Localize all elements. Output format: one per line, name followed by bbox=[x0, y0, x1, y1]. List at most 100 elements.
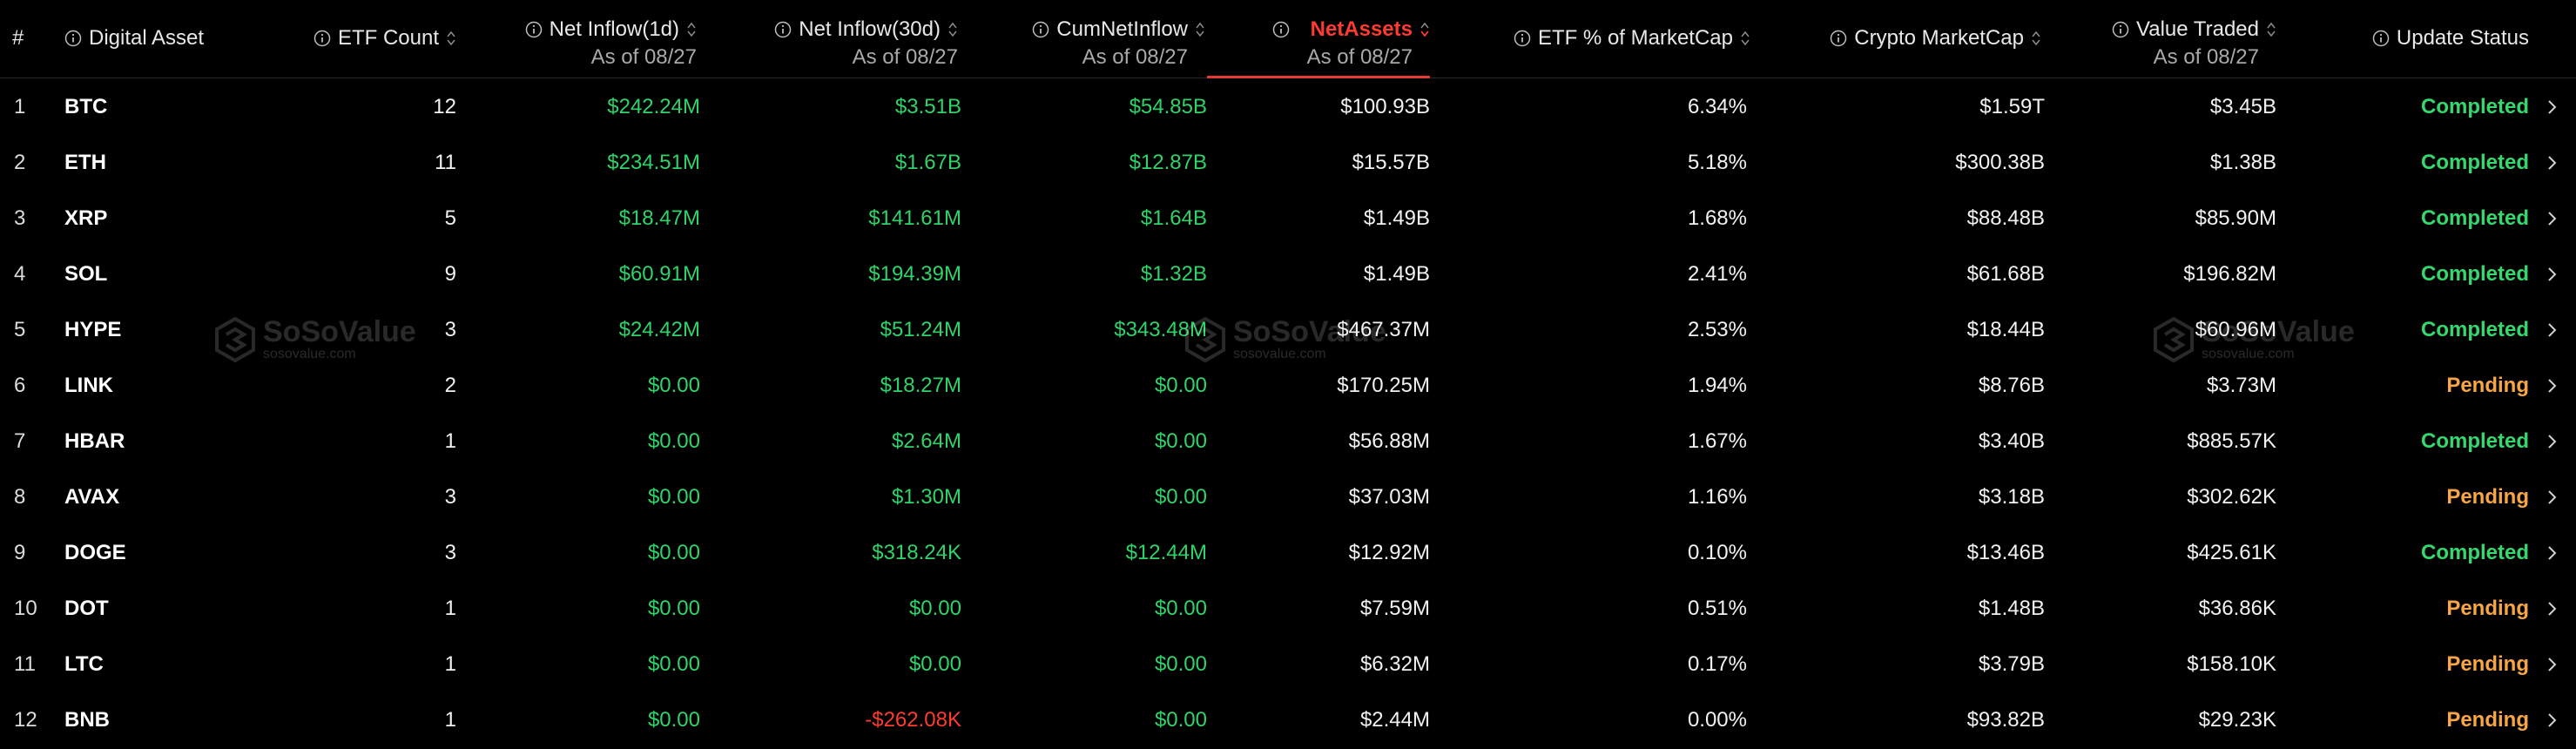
net-inflow-30d: $2.64M bbox=[891, 429, 961, 453]
asset-symbol[interactable]: DOGE bbox=[64, 525, 126, 581]
asset-symbol[interactable]: BNB bbox=[64, 692, 110, 748]
sort-updown-icon[interactable] bbox=[1195, 21, 1205, 38]
net-inflow-30d: $318.24K bbox=[872, 541, 961, 564]
table-row[interactable]: 1 BTC 12 $242.24M $3.51B $54.85B $100.93… bbox=[0, 79, 2576, 135]
asset-symbol[interactable]: DOT bbox=[64, 581, 109, 637]
chevron-right-icon[interactable] bbox=[2546, 98, 2559, 116]
table-row[interactable]: 2 ETH 11 $234.51M $1.67B $12.87B $15.57B… bbox=[0, 135, 2576, 191]
table-row[interactable]: 3 XRP 5 $18.47M $141.61M $1.64B $1.49B 1… bbox=[0, 191, 2576, 246]
chevron-right-icon[interactable] bbox=[2546, 712, 2559, 729]
asset-symbol[interactable]: AVAX bbox=[64, 469, 119, 525]
cum-net-inflow: $1.32B bbox=[1140, 262, 1207, 286]
crypto-marketcap: $1.59T bbox=[1979, 95, 2045, 118]
chevron-right-icon[interactable] bbox=[2546, 266, 2559, 283]
sort-updown-icon[interactable] bbox=[686, 21, 697, 38]
header-index: # bbox=[12, 0, 47, 78]
asset-symbol[interactable]: HYPE bbox=[64, 302, 121, 358]
row-index: 7 bbox=[14, 429, 26, 453]
info-circle-icon[interactable] bbox=[774, 21, 792, 38]
header-digital-asset-label: Digital Asset bbox=[89, 26, 205, 50]
header-etf-pct-marketcap[interactable]: ETF % of MarketCap bbox=[1472, 0, 1750, 78]
row-index: 11 bbox=[14, 652, 36, 676]
header-net-inflow-30d[interactable]: Net Inflow(30d) As of 08/27 bbox=[749, 0, 958, 78]
chevron-right-icon[interactable] bbox=[2546, 433, 2559, 450]
net-assets: $170.25M bbox=[1337, 374, 1430, 397]
info-circle-icon[interactable] bbox=[2372, 30, 2390, 47]
net-assets: $7.59M bbox=[1359, 597, 1430, 620]
etf-pct-marketcap: 0.51% bbox=[1687, 597, 1747, 620]
table-row[interactable]: 6 LINK 2 $0.00 $18.27M $0.00 $170.25M 1.… bbox=[0, 358, 2576, 414]
chevron-right-icon[interactable] bbox=[2546, 377, 2559, 395]
header-net-assets[interactable]: NetAssets As of 08/27 bbox=[1219, 0, 1430, 78]
crypto-marketcap: $3.18B bbox=[1978, 485, 2045, 509]
sort-desc-icon[interactable] bbox=[1419, 21, 1430, 38]
asset-symbol[interactable]: LINK bbox=[64, 358, 113, 414]
chevron-right-icon[interactable] bbox=[2546, 600, 2559, 617]
header-value-traded[interactable]: Value Traded As of 08/27 bbox=[2090, 0, 2276, 78]
info-circle-icon[interactable] bbox=[1272, 21, 1290, 38]
header-etf-count[interactable]: ETF Count bbox=[296, 0, 456, 78]
crypto-marketcap: $3.79B bbox=[1978, 652, 2045, 676]
status-badge: Pending bbox=[2446, 597, 2529, 620]
table-row[interactable]: 7 HBAR 1 $0.00 $2.64M $0.00 $56.88M 1.67… bbox=[0, 414, 2576, 469]
asset-symbol[interactable]: SOL bbox=[64, 246, 107, 302]
chevron-right-icon[interactable] bbox=[2546, 321, 2559, 339]
info-circle-icon[interactable] bbox=[1032, 21, 1049, 38]
header-cum-net-inflow[interactable]: CumNetInflow As of 08/27 bbox=[993, 0, 1205, 78]
chevron-right-icon[interactable] bbox=[2546, 154, 2559, 172]
sort-updown-icon[interactable] bbox=[2031, 30, 2041, 47]
net-inflow-1d: $0.00 bbox=[647, 429, 700, 453]
asset-symbol[interactable]: BTC bbox=[64, 79, 107, 135]
info-circle-icon[interactable] bbox=[314, 30, 331, 47]
net-inflow-1d: $0.00 bbox=[647, 541, 700, 564]
value-traded: $885.57K bbox=[2187, 429, 2276, 453]
header-net-assets-label: NetAssets bbox=[1310, 17, 1413, 41]
info-circle-icon[interactable] bbox=[525, 21, 543, 38]
asset-symbol[interactable]: HBAR bbox=[64, 414, 125, 469]
header-net-inflow-1d[interactable]: Net Inflow(1d) As of 08/27 bbox=[488, 0, 697, 78]
net-inflow-1d: $18.47M bbox=[618, 206, 700, 230]
asset-symbol[interactable]: ETH bbox=[64, 135, 106, 191]
chevron-right-icon[interactable] bbox=[2546, 489, 2559, 506]
info-circle-icon[interactable] bbox=[1830, 30, 1847, 47]
crypto-marketcap: $300.38B bbox=[1955, 151, 2045, 174]
table-row[interactable]: 4 SOL 9 $60.91M $194.39M $1.32B $1.49B 2… bbox=[0, 246, 2576, 302]
etf-count: 1 bbox=[444, 597, 456, 620]
table-row[interactable]: 8 AVAX 3 $0.00 $1.30M $0.00 $37.03M 1.16… bbox=[0, 469, 2576, 525]
value-traded: $302.62K bbox=[2187, 485, 2276, 509]
header-crypto-marketcap-label: Crypto MarketCap bbox=[1854, 26, 2024, 50]
cum-net-inflow: $0.00 bbox=[1154, 374, 1207, 397]
net-inflow-30d: $51.24M bbox=[880, 318, 961, 341]
info-circle-icon[interactable] bbox=[2112, 21, 2129, 38]
chevron-right-icon[interactable] bbox=[2546, 656, 2559, 673]
value-traded: $196.82M bbox=[2183, 262, 2276, 286]
status-badge: Completed bbox=[2420, 262, 2529, 286]
net-assets: $2.44M bbox=[1359, 708, 1430, 732]
sort-updown-icon[interactable] bbox=[947, 21, 958, 38]
crypto-marketcap: $3.40B bbox=[1978, 429, 2045, 453]
info-circle-icon[interactable] bbox=[64, 30, 82, 47]
row-index: 2 bbox=[14, 151, 26, 174]
header-update-status-label: Update Status bbox=[2396, 26, 2529, 50]
table-row[interactable]: 11 LTC 1 $0.00 $0.00 $0.00 $6.32M 0.17% … bbox=[0, 637, 2576, 692]
sort-updown-icon[interactable] bbox=[1740, 30, 1750, 47]
status-badge: Completed bbox=[2420, 318, 2529, 341]
asset-symbol[interactable]: LTC bbox=[64, 637, 104, 692]
info-circle-icon[interactable] bbox=[1514, 30, 1531, 47]
sort-updown-icon[interactable] bbox=[2266, 21, 2276, 38]
row-index: 10 bbox=[14, 597, 37, 620]
table-row[interactable]: 12 BNB 1 $0.00 -$262.08K $0.00 $2.44M 0.… bbox=[0, 692, 2576, 748]
header-net-inflow-30d-date: As of 08/27 bbox=[852, 45, 958, 69]
header-digital-asset[interactable]: Digital Asset bbox=[64, 0, 273, 78]
table-row[interactable]: 9 DOGE 3 $0.00 $318.24K $12.44M $12.92M … bbox=[0, 525, 2576, 581]
chevron-right-icon[interactable] bbox=[2546, 544, 2559, 562]
table-row[interactable]: 10 DOT 1 $0.00 $0.00 $0.00 $7.59M 0.51% … bbox=[0, 581, 2576, 637]
chevron-right-icon[interactable] bbox=[2546, 210, 2559, 227]
net-inflow-1d: $0.00 bbox=[647, 597, 700, 620]
asset-symbol[interactable]: XRP bbox=[64, 191, 107, 246]
status-badge: Pending bbox=[2446, 652, 2529, 676]
net-inflow-30d: $194.39M bbox=[868, 262, 961, 286]
header-crypto-marketcap[interactable]: Crypto MarketCap bbox=[1794, 0, 2041, 78]
etf-pct-marketcap: 0.00% bbox=[1687, 708, 1747, 732]
sort-updown-icon[interactable] bbox=[446, 30, 456, 47]
